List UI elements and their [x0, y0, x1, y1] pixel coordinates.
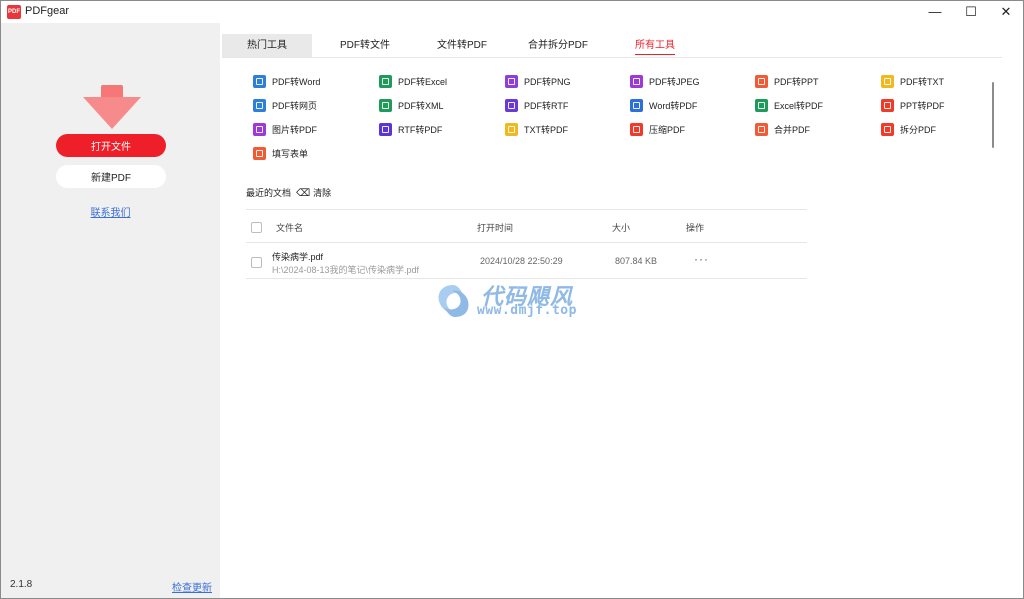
broom-icon: ⌫	[296, 188, 311, 199]
pdf-to-word-icon	[253, 75, 266, 89]
table-header: 文件名 打开时间 大小 操作	[246, 215, 807, 239]
excel-to-pdf-icon	[755, 99, 768, 113]
tool-merge-pdf[interactable]: 合并PDF	[755, 121, 810, 139]
rtf-to-pdf-icon	[379, 123, 392, 137]
pdf-to-xml-icon	[379, 99, 392, 113]
file-path: H:\2024-08-13我的笔记\传染病学.pdf	[272, 265, 420, 275]
tool-txt-to-pdf[interactable]: TXT转PDF	[505, 121, 568, 139]
table-row[interactable]: 传染病学.pdf H:\2024-08-13我的笔记\传染病学.pdf 2024…	[246, 244, 807, 278]
title-bar[interactable]: PDF PDFgear — ☐ ✕	[1, 1, 1023, 23]
row-checkbox[interactable]	[251, 257, 262, 268]
app-title: PDFgear	[25, 5, 70, 17]
tool-compress-pdf[interactable]: 压缩PDF	[630, 121, 685, 139]
tool-pdf-to-excel[interactable]: PDF转Excel	[379, 73, 447, 91]
compress-pdf-icon	[630, 123, 643, 137]
word-to-pdf-icon	[630, 99, 643, 113]
pdf-to-excel-icon	[379, 75, 392, 89]
sidebar: 打开文件 新建PDF 联系我们 2.1.8 检查更新	[1, 23, 220, 598]
tab-all-tools[interactable]: 所有工具	[622, 34, 688, 58]
pdf-to-rtf-icon	[505, 99, 518, 113]
maximize-button[interactable]: ☐	[954, 1, 988, 23]
hurricane-logo-icon	[438, 285, 469, 317]
tool-pdf-to-txt[interactable]: PDF转TXT	[881, 73, 944, 91]
pdf-to-html-icon	[253, 99, 266, 113]
tool-rtf-to-pdf[interactable]: RTF转PDF	[379, 121, 442, 139]
tab-pdf-to-file[interactable]: PDF转文件	[322, 34, 408, 58]
tools-scrollbar[interactable]	[992, 82, 994, 148]
open-time: 2024/10/28 22:50:29	[480, 256, 563, 266]
merge-pdf-icon	[755, 123, 768, 137]
pdf-to-txt-icon	[881, 75, 894, 89]
tab-merge-split-pdf[interactable]: 合并拆分PDF	[515, 34, 601, 58]
table-header-divider	[246, 242, 807, 243]
version-label: 2.1.8	[10, 579, 33, 590]
more-actions-button[interactable]: ···	[694, 252, 709, 266]
file-name[interactable]: 传染病学.pdf	[272, 250, 323, 263]
pdf-to-png-icon	[505, 75, 518, 89]
app-logo: PDF	[7, 5, 21, 19]
watermark: 代码飓风 www.dmjf.top	[433, 279, 603, 325]
tool-word-to-pdf[interactable]: Word转PDF	[630, 97, 697, 115]
select-all-checkbox[interactable]	[251, 222, 262, 233]
tool-excel-to-pdf[interactable]: Excel转PDF	[755, 97, 823, 115]
app-window: PDF PDFgear — ☐ ✕ 打开文件 新建PDF 联系我们 2.1.8 …	[0, 0, 1024, 599]
tool-pdf-to-jpeg[interactable]: PDF转JPEG	[630, 73, 700, 91]
txt-to-pdf-icon	[505, 123, 518, 137]
tool-split-pdf[interactable]: 拆分PDF	[881, 121, 936, 139]
column-name: 文件名	[276, 223, 304, 233]
pdf-to-ppt-icon	[755, 75, 768, 89]
file-size: 807.84 KB	[615, 256, 658, 266]
tabs-divider	[222, 57, 1002, 58]
watermark-url: www.dmjf.top	[477, 303, 577, 318]
tool-tabs: 热门工具 PDF转文件 文件转PDF 合并拆分PDF 所有工具	[222, 34, 1002, 58]
download-arrow-icon[interactable]	[83, 85, 141, 131]
tool-pdf-to-word[interactable]: PDF转Word	[253, 73, 320, 91]
table-top-border	[246, 209, 807, 210]
column-size: 大小	[612, 223, 631, 233]
fill-form-icon	[253, 147, 266, 161]
tool-fill-form[interactable]: 填写表单	[253, 145, 308, 163]
column-action: 操作	[686, 223, 705, 233]
tool-pdf-to-png[interactable]: PDF转PNG	[505, 73, 571, 91]
ppt-to-pdf-icon	[881, 99, 894, 113]
tab-file-to-pdf[interactable]: 文件转PDF	[419, 34, 505, 58]
pdf-to-jpeg-icon	[630, 75, 643, 89]
tool-pdf-to-html[interactable]: PDF转网页	[253, 97, 317, 115]
check-update-link[interactable]: 检查更新	[172, 579, 212, 594]
clear-recent-button[interactable]: ⌫ 清除	[296, 186, 331, 199]
minimize-button[interactable]: —	[918, 1, 952, 23]
tools-grid: PDF转Word PDF转Excel PDF转PNG PDF转JPEG PDF转…	[253, 73, 973, 173]
tool-pdf-to-rtf[interactable]: PDF转RTF	[505, 97, 568, 115]
image-to-pdf-icon	[253, 123, 266, 137]
close-button[interactable]: ✕	[989, 1, 1023, 23]
tab-popular-tools[interactable]: 热门工具	[222, 34, 312, 58]
column-time: 打开时间	[477, 223, 514, 233]
tool-pdf-to-ppt[interactable]: PDF转PPT	[755, 73, 819, 91]
tool-ppt-to-pdf[interactable]: PPT转PDF	[881, 97, 945, 115]
tool-pdf-to-xml[interactable]: PDF转XML	[379, 97, 444, 115]
open-file-button[interactable]: 打开文件	[56, 134, 166, 157]
split-pdf-icon	[881, 123, 894, 137]
contact-us-link[interactable]: 联系我们	[1, 204, 220, 219]
new-pdf-button[interactable]: 新建PDF	[56, 165, 166, 188]
recent-docs-title: 最近的文档	[246, 188, 292, 198]
tool-image-to-pdf[interactable]: 图片转PDF	[253, 121, 317, 139]
